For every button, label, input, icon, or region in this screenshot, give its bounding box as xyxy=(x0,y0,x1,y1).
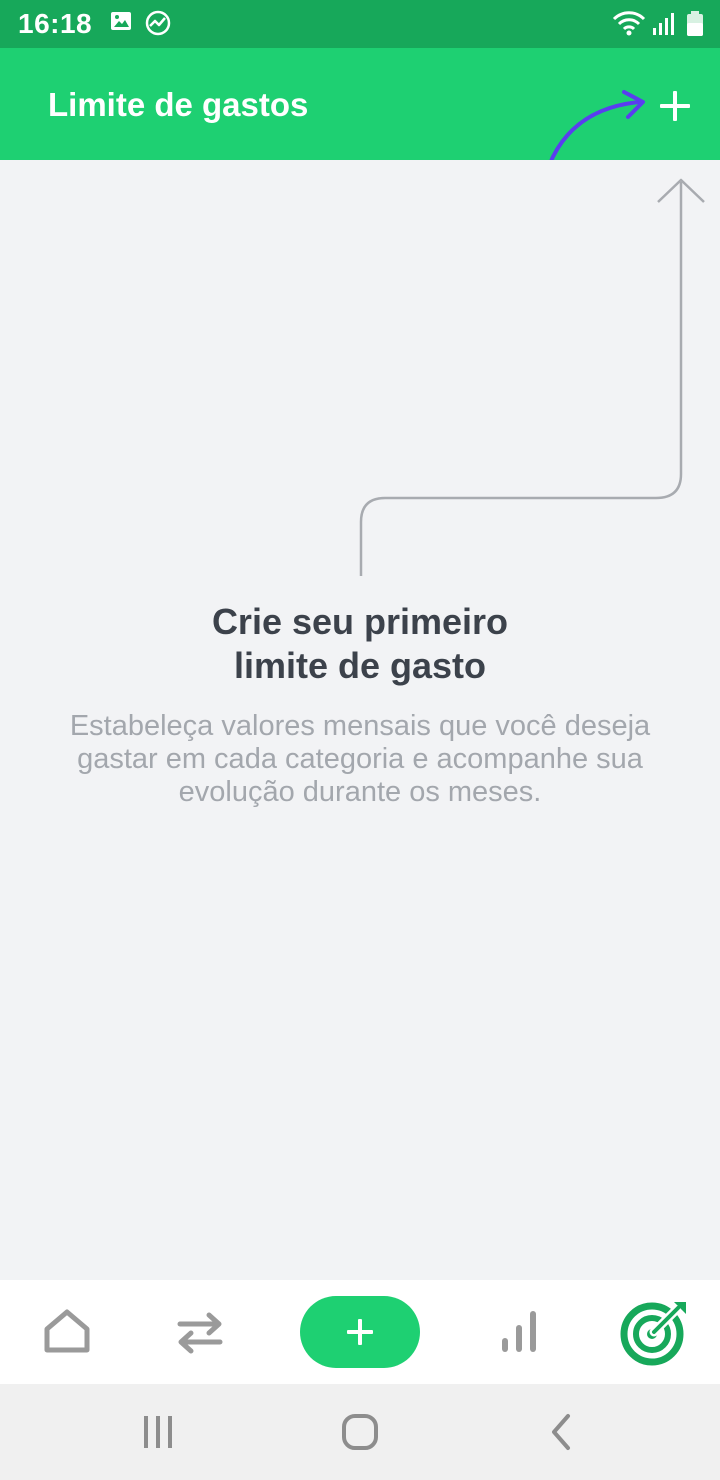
recent-apps-button[interactable] xyxy=(140,1414,176,1455)
transfer-arrows-icon xyxy=(177,1312,223,1354)
empty-state-description: Estabeleça valores mensais que você dese… xyxy=(69,710,651,808)
recent-apps-icon xyxy=(144,1416,172,1448)
bar-chart-icon xyxy=(502,1311,536,1352)
back-icon xyxy=(552,1414,570,1450)
home-icon xyxy=(44,1309,90,1353)
bottom-navigation xyxy=(0,1280,720,1384)
empty-state-title: Crie seu primeiro limite de gasto xyxy=(211,601,509,686)
target-icon xyxy=(620,1302,686,1366)
nav-home[interactable] xyxy=(38,1306,96,1363)
home-circle-icon xyxy=(342,1414,378,1450)
system-navigation-bar xyxy=(0,1384,720,1480)
guide-line-icon xyxy=(359,178,705,576)
back-button[interactable] xyxy=(546,1412,578,1457)
content-area: Crie seu primeiro limite de gasto Estabe… xyxy=(0,160,720,1280)
nav-spending-limits[interactable] xyxy=(616,1298,692,1371)
nav-transactions[interactable] xyxy=(172,1306,228,1363)
system-home-button[interactable] xyxy=(340,1412,380,1457)
nav-reports[interactable] xyxy=(494,1306,544,1363)
plus-icon xyxy=(347,1319,373,1345)
add-transaction-button[interactable] xyxy=(300,1296,420,1368)
